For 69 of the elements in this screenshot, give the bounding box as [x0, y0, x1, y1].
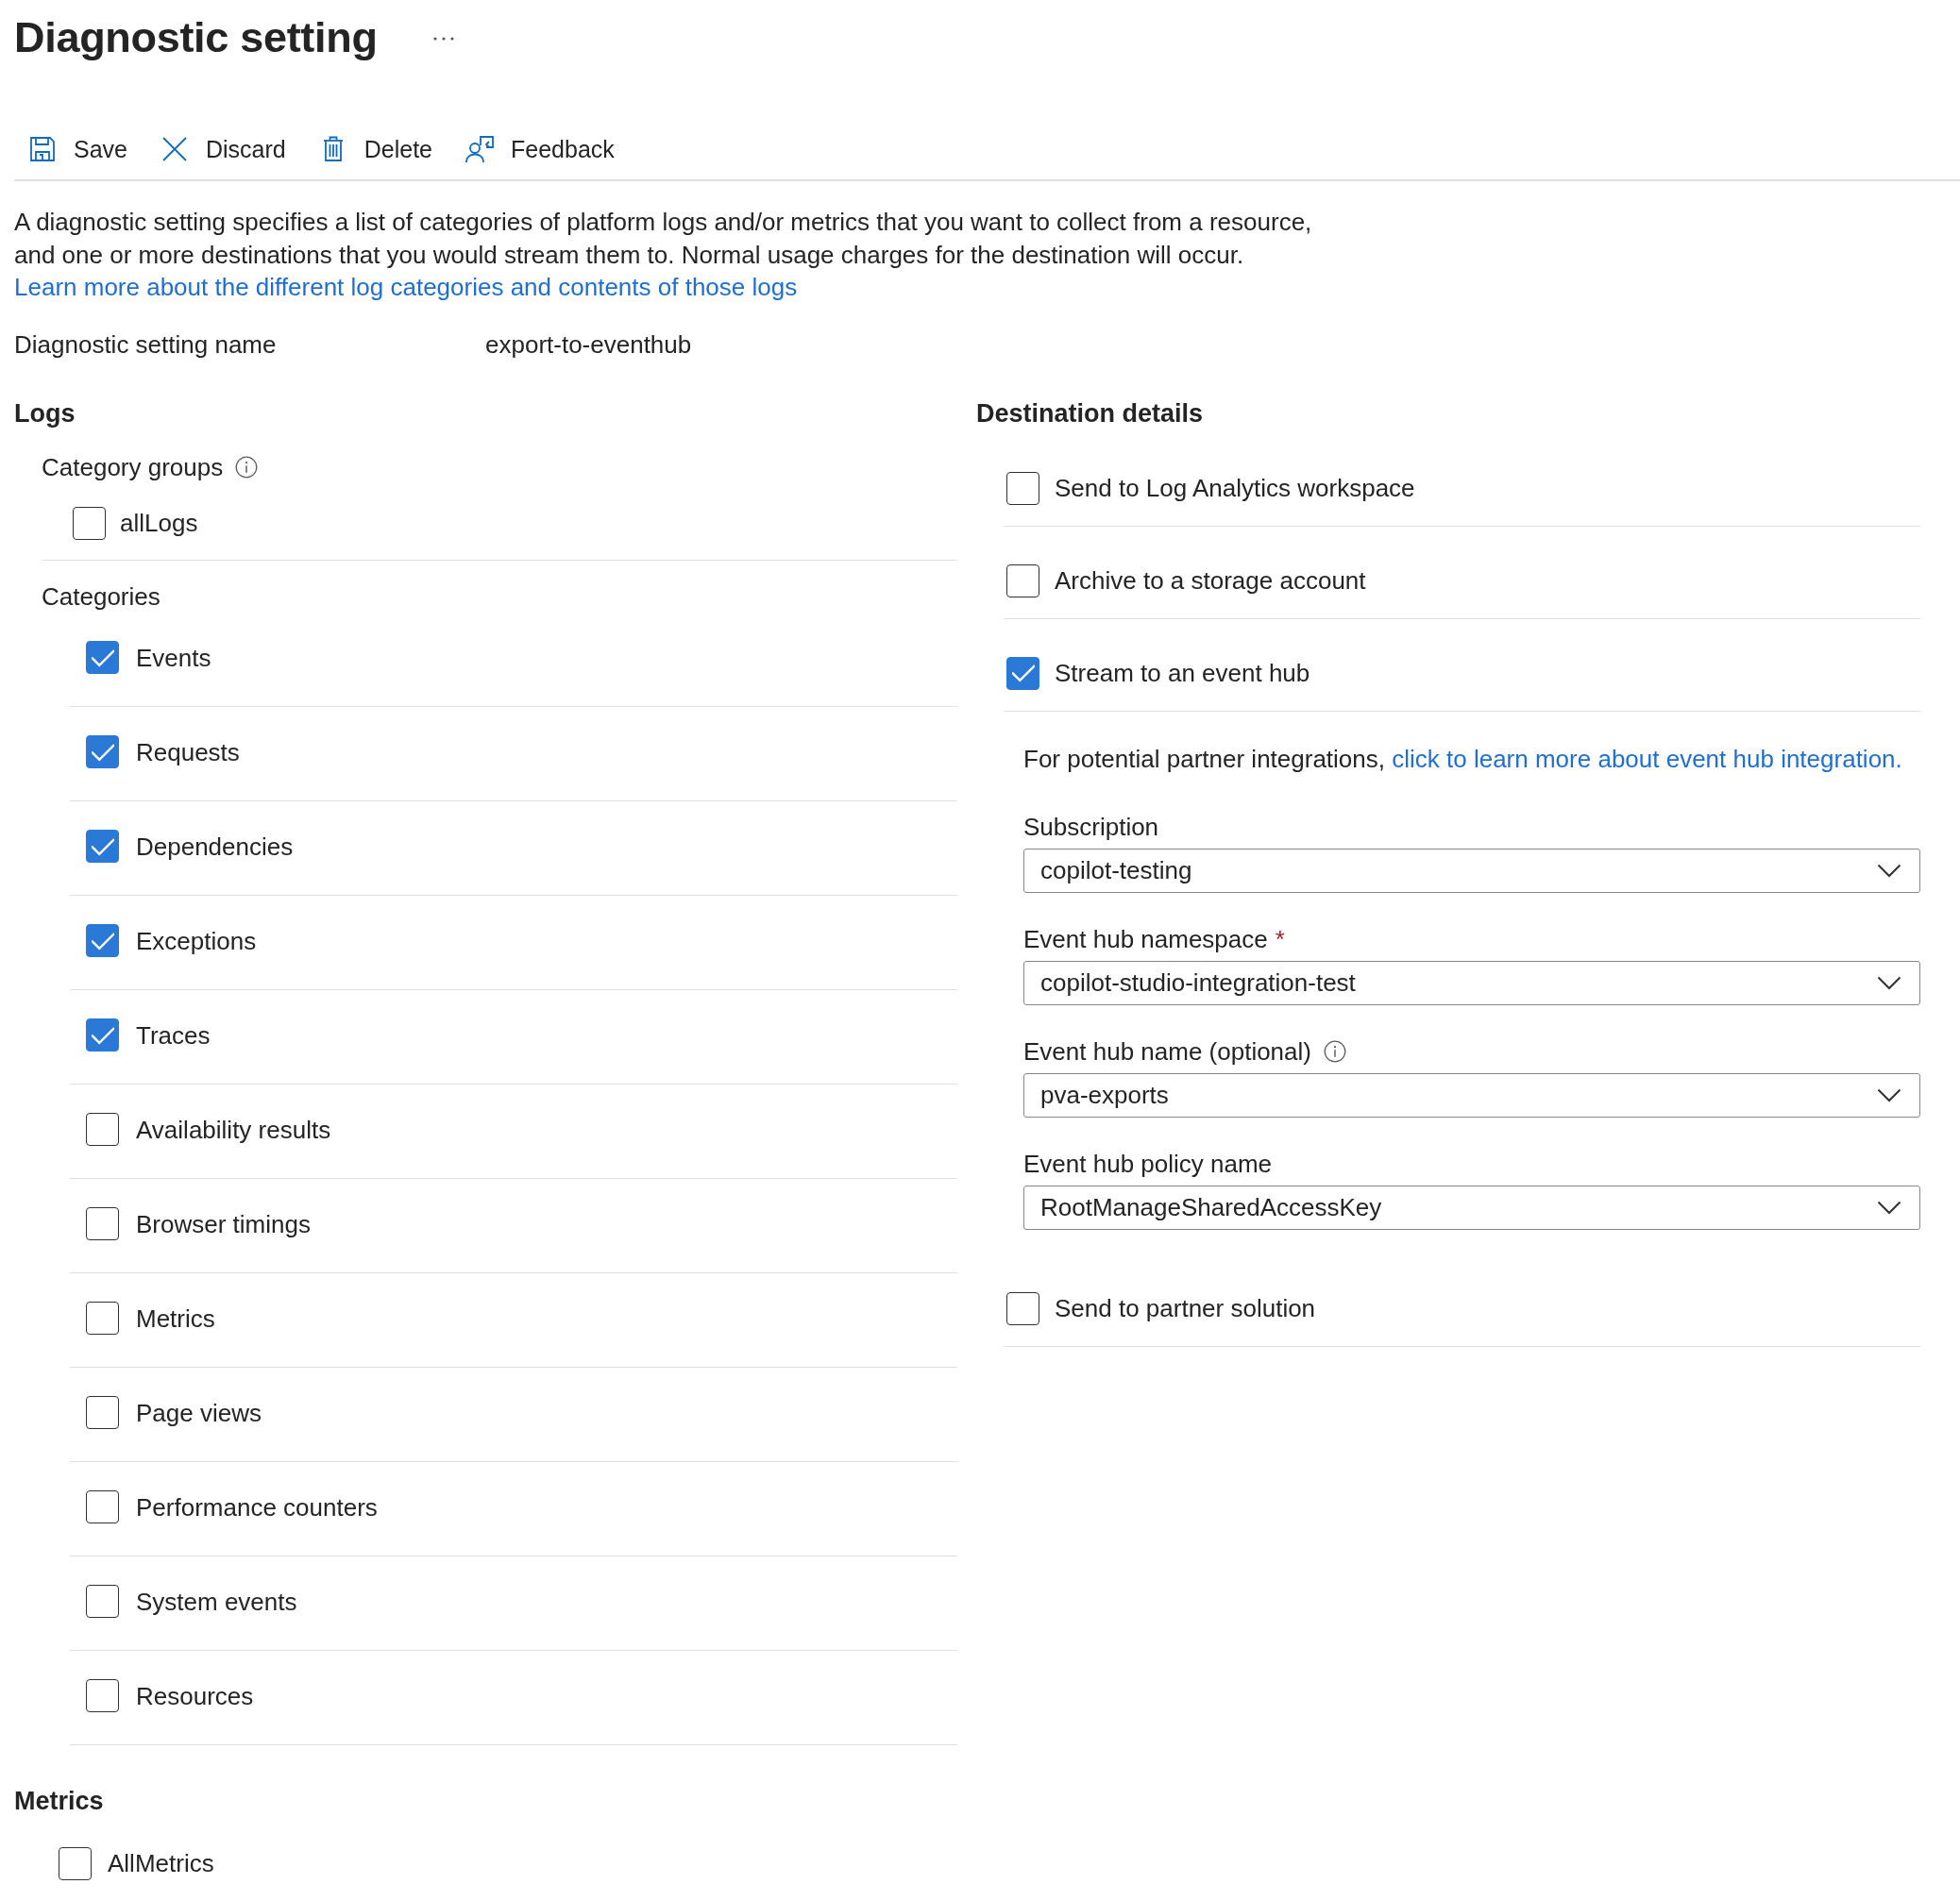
checkbox[interactable]	[86, 830, 119, 863]
field-label: Subscription	[1023, 811, 1159, 843]
checkbox-label: Resources	[136, 1680, 254, 1712]
checkbox-label: Performance counters	[136, 1491, 378, 1523]
checkbox-label: Events	[136, 642, 211, 674]
dropdown[interactable]: RootManageSharedAccessKey	[1023, 1185, 1920, 1230]
setting-name-label: Diagnostic setting name	[14, 328, 278, 361]
checkbox[interactable]	[86, 1679, 119, 1712]
checkbox-label: Browser timings	[136, 1208, 311, 1240]
checkbox-label: Metrics	[136, 1303, 215, 1335]
field-label: Event hub policy name	[1023, 1148, 1273, 1180]
checkbox[interactable]	[73, 506, 106, 540]
dropdown[interactable]: copilot-studio-integration-test	[1023, 960, 1920, 1005]
checkbox[interactable]	[1006, 1291, 1039, 1325]
checkbox-label: Availability results	[136, 1114, 331, 1146]
checkbox[interactable]	[1006, 564, 1039, 597]
section-heading: Logs	[14, 397, 76, 429]
checkbox[interactable]	[86, 1396, 119, 1429]
checkbox-label: Requests	[136, 736, 240, 768]
partner-note-text: For potential partner integrations, click to learn more about event hub integration.	[1023, 743, 1903, 775]
checkbox[interactable]	[1006, 471, 1039, 505]
checkbox[interactable]	[1006, 656, 1039, 690]
checkbox[interactable]	[86, 1585, 119, 1618]
checkbox[interactable]	[86, 735, 119, 768]
checkbox[interactable]	[86, 1490, 119, 1523]
save-button[interactable]: Save	[14, 126, 141, 172]
checkbox[interactable]	[86, 1113, 119, 1146]
setting-name-value: export-to-eventhub	[485, 328, 692, 361]
checkbox[interactable]	[86, 1018, 119, 1051]
checkbox-label: Exceptions	[136, 925, 257, 957]
chevron-down-icon	[1877, 975, 1901, 990]
checkbox[interactable]	[86, 924, 119, 957]
more-icon[interactable]	[431, 36, 455, 42]
person-speech-bubble-icon	[465, 134, 495, 164]
checkbox-label: System events	[136, 1586, 297, 1618]
page-title: Diagnostic setting	[14, 12, 378, 63]
checkbox[interactable]	[86, 641, 119, 674]
checkbox-label: allLogs	[120, 508, 198, 539]
chevron-down-icon	[1877, 863, 1901, 878]
checkbox-label: Send to Log Analytics workspace	[1055, 473, 1415, 504]
field-label: Event hub namespace	[1023, 923, 1268, 955]
checkbox-label: Dependencies	[136, 831, 294, 863]
checkbox[interactable]	[86, 1207, 119, 1240]
event-hub-link[interactable]: click to learn more about event hub integration.	[1392, 744, 1902, 773]
group-label: Category groups	[42, 451, 224, 483]
checkbox-label: Stream to an event hub	[1055, 658, 1310, 689]
required-mark: *	[1275, 923, 1285, 955]
section-heading: Metrics	[14, 1785, 105, 1817]
checkbox-label: Traces	[136, 1019, 211, 1051]
description-text: A diagnostic setting specifies a list of categories of platform logs and/or metrics that you want to collect from a resource, and one or more destinations that you would stream them to. Normal usage charges for the destination will occur. Learn more about the different log categories and contents of those logs	[14, 207, 1313, 303]
section-heading: Destination details	[976, 397, 1205, 429]
chevron-down-icon	[1877, 1087, 1901, 1102]
chevron-down-icon	[1877, 1200, 1901, 1215]
checkbox-label: Send to partner solution	[1055, 1293, 1316, 1324]
dropdown[interactable]: copilot-testing	[1023, 848, 1920, 893]
info-icon[interactable]	[1323, 1039, 1346, 1063]
checkbox-label: Archive to a storage account	[1055, 565, 1366, 597]
delete-button[interactable]: Delete	[304, 126, 446, 172]
field-label: Event hub name (optional)	[1023, 1035, 1311, 1068]
feedback-button[interactable]: Feedback	[451, 126, 628, 172]
group-label: Categories	[42, 580, 161, 613]
checkbox[interactable]	[86, 1302, 119, 1335]
checkbox-label: AllMetrics	[108, 1848, 214, 1879]
checkbox[interactable]	[59, 1846, 92, 1880]
dropdown[interactable]: pva-exports	[1023, 1072, 1920, 1118]
discard-button[interactable]: Discard	[146, 126, 299, 172]
info-icon[interactable]	[235, 455, 259, 479]
learn-more-link[interactable]: Learn more about the different log categories and contents of those logs	[14, 273, 798, 301]
checkbox-label: Page views	[136, 1397, 262, 1429]
